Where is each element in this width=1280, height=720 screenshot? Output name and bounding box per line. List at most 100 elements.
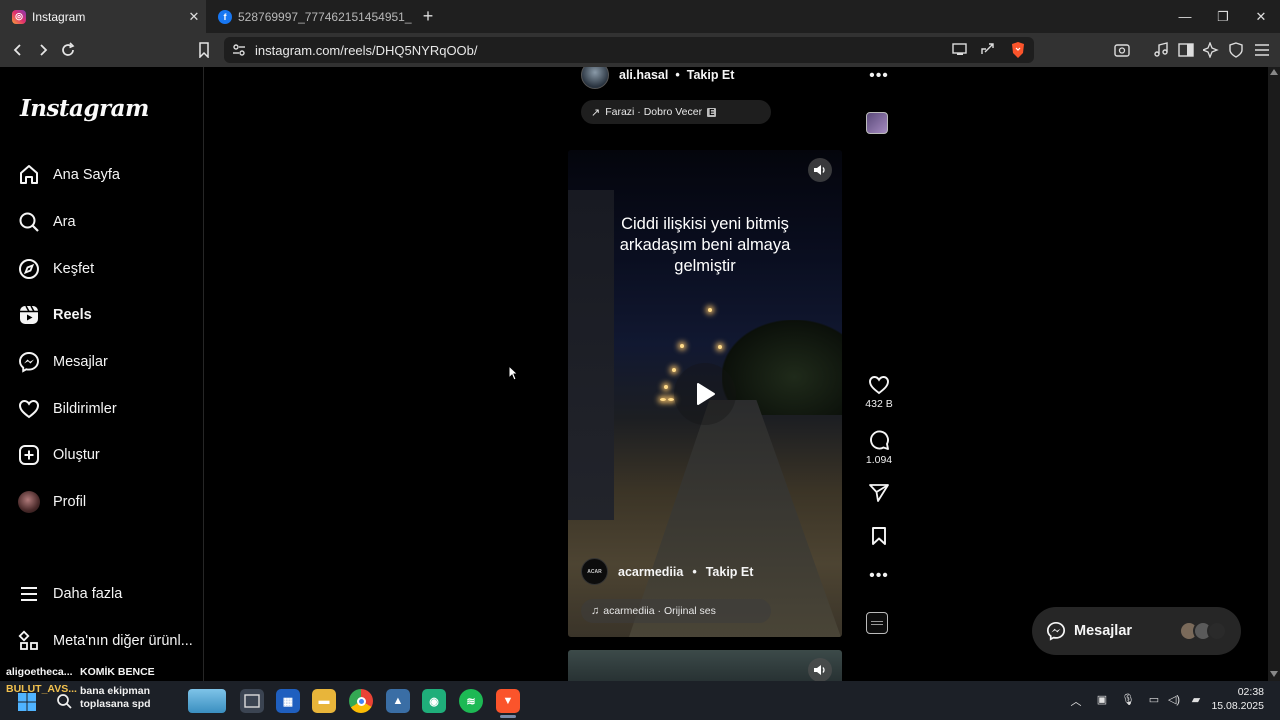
site-settings-icon[interactable] bbox=[232, 43, 246, 57]
tray-overflow-icon[interactable]: ︿ bbox=[1068, 693, 1084, 708]
play-button[interactable] bbox=[674, 363, 736, 425]
start-button[interactable] bbox=[16, 691, 38, 713]
media-icon[interactable] bbox=[1150, 39, 1172, 61]
brave-browser-icon[interactable]: ▼ bbox=[496, 689, 520, 713]
heart-icon bbox=[18, 398, 40, 420]
menu-icon[interactable] bbox=[1251, 39, 1273, 61]
weather-widget[interactable] bbox=[188, 689, 226, 713]
chat-app-icon[interactable]: ◉ bbox=[422, 689, 446, 713]
instagram-sidebar: Instagram Ana Sayfa Ara Keşfet Reels Mes… bbox=[0, 67, 204, 681]
forward-button[interactable] bbox=[32, 39, 54, 61]
like-button[interactable]: 432 B bbox=[859, 375, 899, 410]
page-scrollbar[interactable] bbox=[1268, 67, 1280, 681]
active-app-indicator bbox=[500, 715, 516, 718]
tab-instagram[interactable]: ◎ Instagram ✕ bbox=[0, 0, 206, 33]
play-icon bbox=[697, 383, 715, 405]
save-button[interactable] bbox=[859, 526, 899, 546]
brave-shields-icon[interactable] bbox=[1010, 41, 1026, 59]
caption-line: Ciddi ilişkisi yeni bitmiş bbox=[621, 215, 789, 233]
prev-reel-header: ali.hasal • Takip Et bbox=[581, 67, 735, 89]
leo-ai-icon[interactable] bbox=[1200, 39, 1222, 61]
sidebar-item-search[interactable]: Ara bbox=[18, 208, 76, 236]
chrome-icon[interactable] bbox=[349, 689, 373, 713]
meta-apps-icon bbox=[18, 630, 40, 652]
trending-arrow-icon: ↗ bbox=[591, 106, 601, 119]
microphone-icon[interactable]: 🎙 bbox=[1120, 693, 1136, 707]
bookmark-icon bbox=[872, 527, 886, 545]
sidebar-item-notifications[interactable]: Bildirimler bbox=[18, 395, 117, 423]
prev-reel-audio-thumbnail[interactable] bbox=[866, 112, 888, 134]
browser-toolbar: instagram.com/reels/DHQ5NYRqOOb/ bbox=[0, 33, 1280, 67]
ticker-username: aligoetheca... bbox=[6, 666, 73, 678]
like-count: 432 B bbox=[865, 398, 893, 410]
reel-username[interactable]: acarmediia bbox=[618, 565, 683, 579]
prev-reel-audio-chip[interactable]: ↗ Farazi · Dobro Vecer E bbox=[581, 100, 771, 124]
scroll-down-arrow-icon[interactable] bbox=[1270, 671, 1278, 677]
close-tab-icon[interactable]: ✕ bbox=[182, 9, 206, 25]
prev-reel-more-button[interactable]: ••• bbox=[859, 67, 899, 85]
screenshot-icon[interactable] bbox=[1111, 39, 1133, 61]
sidebar-item-reels[interactable]: Reels bbox=[18, 301, 92, 329]
sidebar-item-meta[interactable]: Meta'nın diğer ürünl... bbox=[18, 627, 193, 655]
battery-icon[interactable]: ▰ bbox=[1188, 693, 1204, 707]
store-icon[interactable]: ▦ bbox=[276, 689, 300, 713]
share-button[interactable] bbox=[859, 483, 899, 503]
reel-follow-button[interactable]: Takip Et bbox=[706, 565, 754, 579]
scroll-up-arrow-icon[interactable] bbox=[1270, 69, 1278, 75]
restore-button[interactable]: ❐ bbox=[1204, 0, 1242, 33]
spotify-icon[interactable]: ≋ bbox=[459, 689, 483, 713]
prev-reel-follow-button[interactable]: Takip Et bbox=[687, 68, 735, 82]
cast-icon[interactable] bbox=[952, 42, 968, 56]
sidebar-toggle-icon[interactable] bbox=[1175, 39, 1197, 61]
comment-button[interactable]: 1.094 bbox=[859, 429, 899, 466]
network-icon[interactable]: ▭ bbox=[1146, 693, 1162, 707]
tab-facebook-image[interactable]: f 528769997_777462151454951_1200 bbox=[206, 0, 412, 33]
photos-icon[interactable]: ▲ bbox=[386, 689, 410, 713]
comment-icon bbox=[870, 430, 889, 450]
clock-time: 02:38 bbox=[1237, 686, 1264, 698]
reel-caption: Ciddi ilişkisi yeni bitmiş arkadaşım ben… bbox=[588, 214, 822, 277]
reel-audio-chip[interactable]: ♫ acarmediia · Orijinal ses bbox=[581, 599, 771, 623]
avatar[interactable]: ACAR bbox=[581, 558, 608, 585]
explicit-badge: E bbox=[707, 107, 717, 117]
reel-audio-thumbnail[interactable] bbox=[866, 612, 888, 634]
instagram-logo[interactable]: Instagram bbox=[20, 95, 149, 122]
share-icon[interactable] bbox=[980, 42, 996, 56]
back-button[interactable] bbox=[7, 39, 29, 61]
next-reel-mute-button[interactable] bbox=[808, 658, 832, 681]
close-window-button[interactable]: ✕ bbox=[1242, 0, 1280, 33]
hamburger-icon bbox=[18, 583, 40, 605]
reel-video[interactable]: Ciddi ilişkisi yeni bitmiş arkadaşım ben… bbox=[568, 150, 842, 637]
sidebar-item-create[interactable]: Oluştur bbox=[18, 441, 100, 469]
tray-app-icon[interactable]: ▣ bbox=[1094, 693, 1110, 707]
vpn-icon[interactable] bbox=[1225, 39, 1247, 61]
heart-icon bbox=[869, 376, 889, 395]
file-explorer-icon[interactable]: ▬ bbox=[312, 689, 336, 713]
reel-more-button[interactable]: ••• bbox=[859, 567, 899, 585]
minimize-button[interactable]: — bbox=[1166, 0, 1204, 33]
sidebar-item-home[interactable]: Ana Sayfa bbox=[18, 161, 120, 189]
mute-button[interactable] bbox=[808, 158, 832, 182]
reload-button[interactable] bbox=[57, 39, 79, 61]
sidebar-item-more[interactable]: Daha fazla bbox=[18, 580, 122, 608]
taskbar-search-button[interactable] bbox=[54, 691, 74, 711]
sidebar-item-profile[interactable]: Profil bbox=[18, 488, 86, 516]
plus-square-icon bbox=[18, 444, 40, 466]
sidebar-item-messages[interactable]: Mesajlar bbox=[18, 348, 108, 376]
volume-icon[interactable]: ◁) bbox=[1166, 693, 1182, 707]
address-bar[interactable]: instagram.com/reels/DHQ5NYRqOOb/ bbox=[224, 37, 1034, 63]
avatar[interactable] bbox=[581, 67, 609, 89]
sidebar-item-label: Bildirimler bbox=[53, 401, 117, 417]
sidebar-item-label: Meta'nın diğer ürünl... bbox=[53, 633, 193, 649]
messages-pill[interactable]: Mesajlar bbox=[1032, 607, 1241, 655]
sidebar-item-label: Profil bbox=[53, 494, 87, 510]
prev-reel-username[interactable]: ali.hasal bbox=[619, 68, 668, 82]
bookmark-icon[interactable] bbox=[193, 39, 215, 61]
new-tab-button[interactable]: + bbox=[418, 5, 438, 27]
caption-line: gelmiştir bbox=[674, 257, 736, 275]
sidebar-item-explore[interactable]: Keşfet bbox=[18, 255, 94, 283]
task-view-icon[interactable] bbox=[240, 689, 264, 713]
system-clock[interactable]: 02:38 15.08.2025 bbox=[1211, 685, 1264, 713]
messages-pill-avatars bbox=[1179, 621, 1227, 641]
next-reel-video[interactable] bbox=[568, 650, 842, 681]
